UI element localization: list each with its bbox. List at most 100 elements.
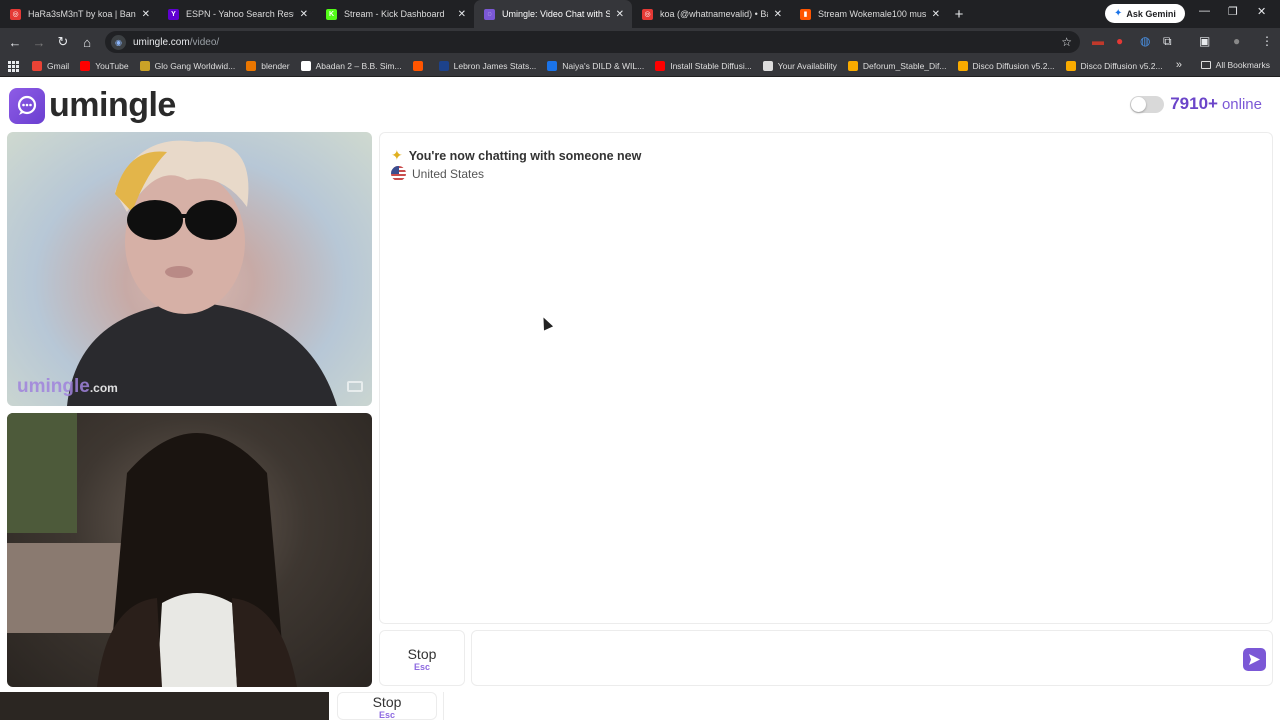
- logo-text: umingle: [49, 86, 176, 124]
- gemini-icon: ✦: [1114, 8, 1123, 19]
- chat-status-text: You're now chatting with someone new: [408, 148, 642, 163]
- bookmark-item[interactable]: Disco Diffusion v5.2...: [1065, 61, 1163, 71]
- site-info-icon[interactable]: ◉: [111, 34, 126, 50]
- minimize-icon[interactable]: —: [1199, 5, 1210, 17]
- side-panel-icon[interactable]: ▣: [1199, 34, 1210, 48]
- close-tab-icon[interactable]: ✕: [142, 9, 150, 20]
- extensions-puzzle-icon[interactable]: ⧉: [1163, 34, 1172, 49]
- extension-icon[interactable]: ◍: [1140, 34, 1150, 48]
- bookmark-favicon-icon: [847, 61, 858, 71]
- stop-button[interactable]: Stop Esc: [379, 630, 465, 686]
- bookmark-label: Glo Gang Worldwid...: [154, 61, 236, 71]
- tab-title: Umingle: Video Chat with S: [502, 9, 610, 19]
- url-host: umingle.com: [133, 36, 190, 48]
- extension-icon[interactable]: ●: [1116, 34, 1123, 48]
- bookmark-star-icon[interactable]: ☆: [1061, 35, 1072, 49]
- site-logo[interactable]: umingle: [9, 86, 176, 125]
- bookmark-favicon-icon: [412, 61, 423, 71]
- tab-title: koa (@whatnamevalid) • BandL: [660, 9, 768, 19]
- theme-toggle[interactable]: [1130, 95, 1165, 113]
- bookmark-item[interactable]: Your Availability: [762, 61, 837, 71]
- bookmark-label: Abadan 2 – B.B. Sim...: [315, 61, 402, 71]
- browser-tab[interactable]: ◌ Umingle: Video Chat with S ✕: [474, 0, 632, 28]
- bookmarks-bar: Gmail YouTube Glo Gang Worldwid... blender A…: [0, 56, 1280, 77]
- close-tab-icon[interactable]: ✕: [932, 9, 940, 20]
- bookmark-item[interactable]: Abadan 2 – B.B. Sim...: [300, 61, 402, 71]
- close-tab-icon[interactable]: ✕: [300, 9, 308, 20]
- bookmark-item[interactable]: blender: [246, 61, 290, 71]
- browser-tab[interactable]: ◎ HaRa3sM3nT by koa | BandLab ✕: [0, 0, 158, 28]
- back-icon[interactable]: ←: [3, 35, 27, 50]
- bookmark-favicon-icon: [1065, 61, 1076, 71]
- browser-tab[interactable]: ◎ koa (@whatnamevalid) • BandL ✕: [632, 0, 790, 28]
- home-icon[interactable]: ⌂: [75, 35, 99, 50]
- bookmark-favicon-icon: [32, 61, 42, 71]
- close-window-icon[interactable]: ✕: [1257, 5, 1266, 18]
- bookmark-item[interactable]: Disco Diffusion v5.2...: [957, 61, 1055, 71]
- folder-icon: [1200, 61, 1211, 69]
- stop-label: Stop: [407, 646, 437, 662]
- self-video-frame: [7, 413, 297, 687]
- bookmark-item[interactable]: [412, 61, 428, 71]
- close-tab-icon[interactable]: ✕: [458, 9, 466, 20]
- stop-key-hint: Esc: [413, 662, 430, 672]
- bookmark-item[interactable]: Deforum_Stable_Dif...: [847, 61, 947, 71]
- profile-avatar[interactable]: ●: [1233, 34, 1240, 48]
- url-path: /video/: [189, 36, 220, 48]
- tab-title: Stream Wokemale100 music | L: [818, 9, 926, 19]
- browser-tab[interactable]: K Stream - Kick Dashboard ✕: [316, 0, 474, 28]
- online-count: 7910+: [1170, 94, 1218, 113]
- close-tab-icon[interactable]: ✕: [774, 9, 782, 20]
- all-bookmarks-label: All Bookmarks: [1215, 60, 1270, 70]
- chat-bubble-logo-icon: [9, 87, 45, 124]
- bookmark-label: Gmail: [47, 61, 70, 71]
- bookmark-label: Lebron James Stats...: [453, 61, 537, 71]
- browser-tab[interactable]: ▮ Stream Wokemale100 music | L ✕: [790, 0, 948, 28]
- bookmark-label: YouTube: [95, 61, 129, 71]
- partial-video: [0, 692, 329, 720]
- bookmark-item[interactable]: Install Stable Diffusi...: [655, 61, 752, 71]
- new-tab-button[interactable]: +: [948, 6, 970, 23]
- chat-panel: ✦ You're now chatting with someone new U…: [379, 132, 1273, 624]
- bookmark-item[interactable]: Gmail: [32, 61, 69, 71]
- bookmark-favicon-icon: [139, 61, 150, 71]
- browser-menu-icon[interactable]: ⋮: [1261, 34, 1273, 48]
- stop-key-hint: Esc: [378, 710, 395, 720]
- report-icon[interactable]: [347, 381, 363, 392]
- send-icon[interactable]: [1243, 648, 1266, 671]
- online-counter: 7910+ online: [1130, 94, 1262, 114]
- bookmarks-overflow-icon[interactable]: »: [1176, 59, 1182, 71]
- bookmark-item[interactable]: Naiya's DILD & WIL...: [547, 61, 644, 71]
- close-tab-icon[interactable]: ✕: [616, 9, 624, 20]
- tab-title: HaRa3sM3nT by koa | BandLab: [28, 9, 136, 19]
- browser-tab[interactable]: Y ESPN - Yahoo Search Results ✕: [158, 0, 316, 28]
- chat-status: ✦ You're now chatting with someone new: [391, 147, 641, 164]
- stop-button[interactable]: Stop Esc: [337, 692, 437, 720]
- bookmark-favicon-icon: [762, 61, 773, 71]
- self-video: [7, 413, 372, 687]
- partial-message-input[interactable]: [443, 692, 1280, 720]
- bookmark-favicon-icon: [655, 61, 666, 71]
- bookmark-item[interactable]: YouTube: [80, 61, 129, 71]
- tab-favicon-icon: ◌: [484, 8, 495, 20]
- tab-favicon-icon: ◎: [10, 8, 21, 20]
- reload-icon[interactable]: ↻: [51, 34, 75, 50]
- apps-grid-icon[interactable]: [8, 61, 19, 72]
- message-input[interactable]: [471, 630, 1273, 686]
- bookmark-label: Install Stable Diffusi...: [670, 61, 752, 71]
- forward-icon[interactable]: →: [27, 35, 51, 50]
- bookmark-favicon-icon: [957, 61, 968, 71]
- restore-icon[interactable]: ❐: [1228, 5, 1238, 18]
- address-bar[interactable]: ◉ umingle.com/video/ ☆: [105, 31, 1080, 53]
- bookmark-label: blender: [261, 61, 290, 71]
- bookmark-label: Disco Diffusion v5.2...: [972, 61, 1055, 71]
- ask-gemini-button[interactable]: ✦ Ask Gemini: [1105, 4, 1185, 23]
- all-bookmarks-button[interactable]: All Bookmarks: [1200, 60, 1270, 70]
- extension-icon[interactable]: ▬: [1092, 34, 1104, 48]
- tab-favicon-icon: ◎: [642, 8, 653, 20]
- bookmark-label: Your Availability: [777, 61, 837, 71]
- bookmark-item[interactable]: Lebron James Stats...: [438, 61, 537, 71]
- bookmark-item[interactable]: Glo Gang Worldwid...: [139, 61, 236, 71]
- bookmark-label: Deforum_Stable_Dif...: [862, 61, 947, 71]
- bookmark-favicon-icon: [246, 61, 257, 71]
